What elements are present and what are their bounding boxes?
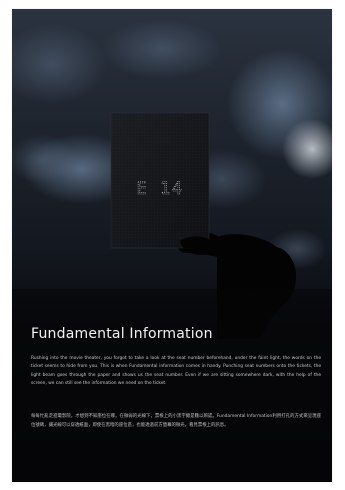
magazine-page: E 14 Fundamental Information Rushing int… (12, 9, 332, 482)
article-heading: Fundamental Information (31, 326, 213, 342)
article-body-english: Rushing into the movie theater, you forg… (31, 356, 321, 387)
seat-number-on-ticket: E 14 (137, 179, 184, 199)
article-body-chinese: 每每忙亂走進電影院，才想到不知座位在哪，在微弱的光線下，票根上的小黑字總是難以辨… (31, 414, 321, 428)
